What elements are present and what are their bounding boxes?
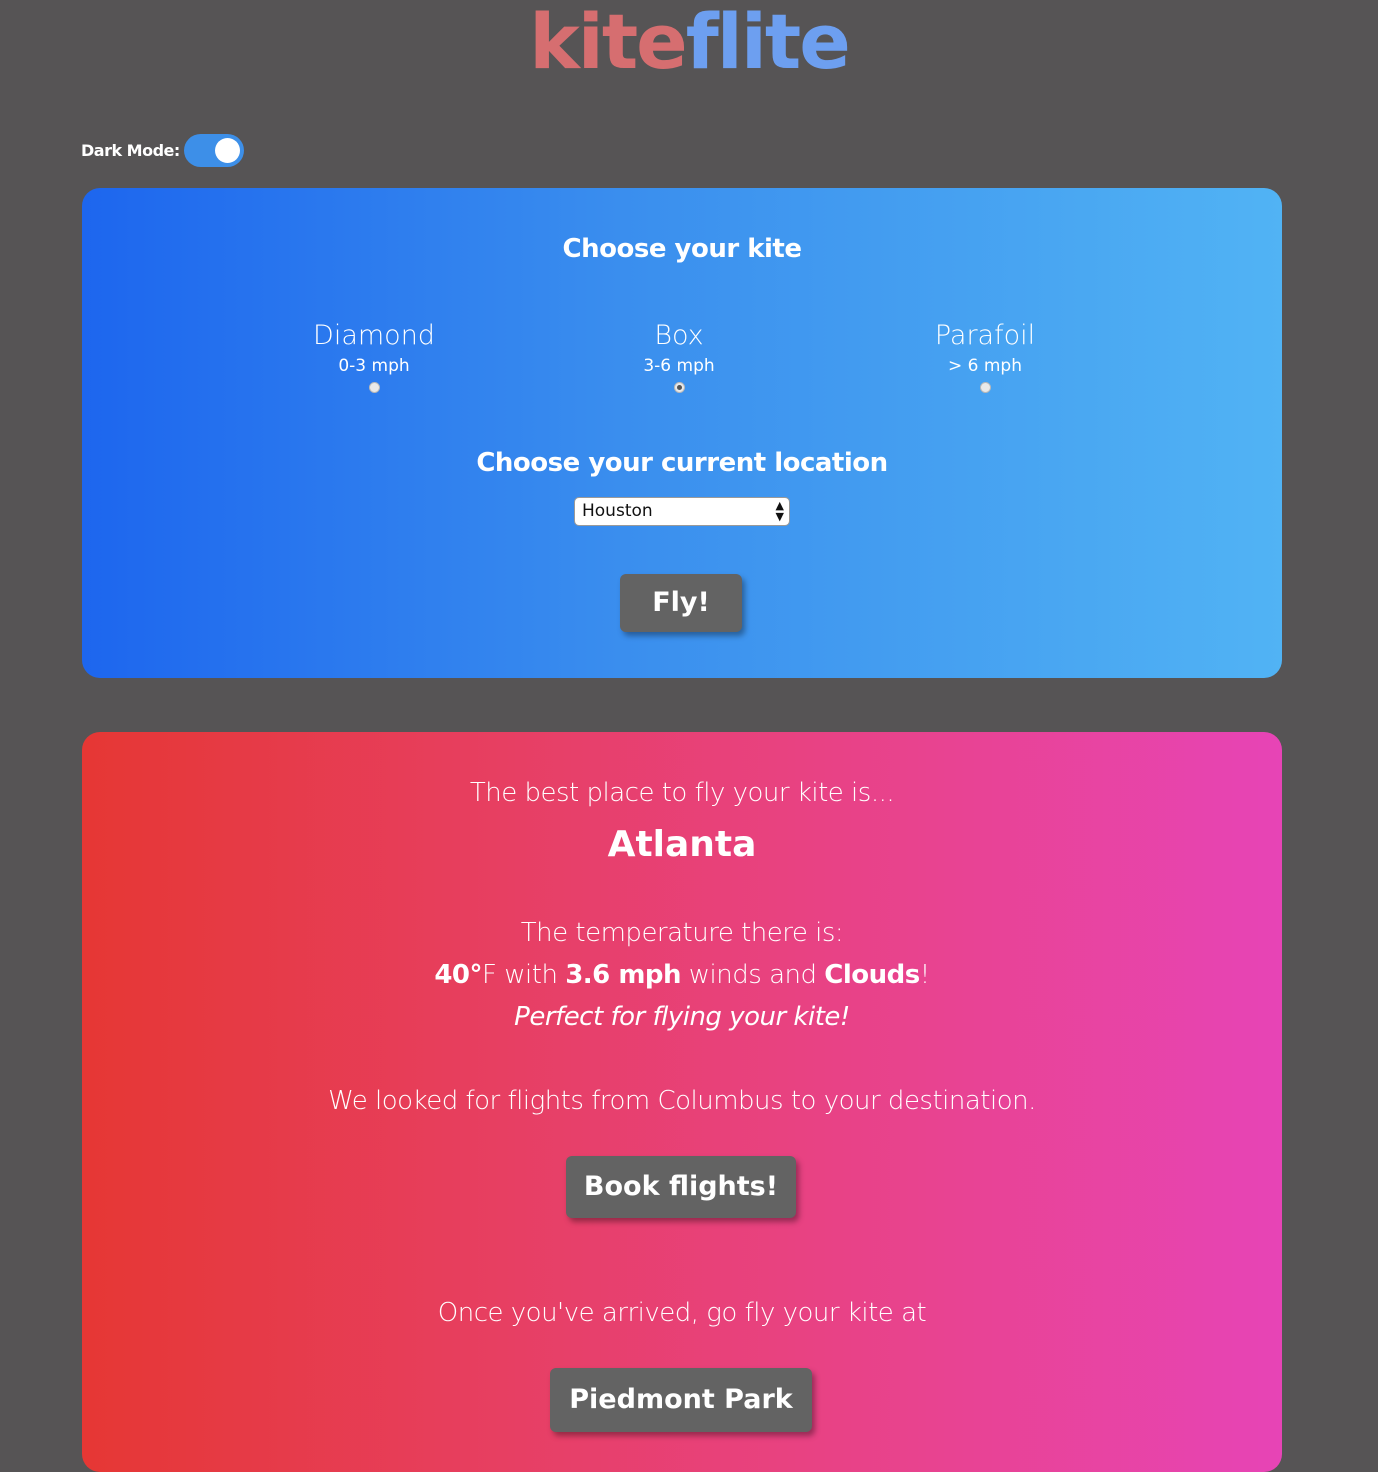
kite-option-name: Parafoil: [934, 320, 1036, 351]
kite-option-speed: 0-3 mph: [338, 356, 410, 376]
result-intro: The best place to fly your kite is...: [469, 778, 895, 808]
park-button[interactable]: Piedmont Park: [550, 1368, 812, 1432]
arrived-text: Once you've arrived, go fly your kite at: [437, 1298, 927, 1328]
logo-flite: flite: [685, 0, 851, 86]
kite-radio-parafoil[interactable]: [979, 382, 991, 393]
dark-mode-label: Dark Mode:: [81, 141, 180, 160]
kite-option-box[interactable]: Box 3-6 mph: [559, 318, 799, 393]
kite-radio-diamond[interactable]: [368, 382, 380, 393]
choose-kite-title: Choose your kite: [562, 234, 802, 264]
flights-text: We looked for flights from Columbus to y…: [328, 1086, 1036, 1116]
kite-option-speed: > 6 mph: [948, 356, 1022, 376]
book-flights-button[interactable]: Book flights!: [566, 1156, 796, 1218]
weather-summary: 40°F with 3.6 mph winds and Clouds!: [82, 960, 1282, 990]
fly-button[interactable]: Fly!: [620, 574, 742, 632]
location-select-value: Houston: [582, 501, 653, 521]
kite-option-name: Box: [654, 320, 704, 351]
dark-mode-toggle[interactable]: [183, 134, 244, 167]
select-arrows-icon: ▲ ▼: [775, 499, 784, 523]
result-card: The best place to fly your kite is... At…: [82, 732, 1282, 1472]
dark-mode-control: Dark Mode:: [81, 134, 244, 167]
with-text: with: [496, 960, 566, 990]
destination-name: Atlanta: [607, 824, 757, 865]
wind-speed: 3.6 mph: [565, 960, 682, 990]
exclaim-text: !: [919, 960, 930, 990]
kite-option-diamond[interactable]: Diamond 0-3 mph: [254, 318, 494, 393]
kite-option-parafoil[interactable]: Parafoil > 6 mph: [865, 318, 1105, 393]
location-select[interactable]: Houston ▲ ▼: [574, 497, 790, 526]
verdict-text: Perfect for flying your kite!: [82, 1002, 1282, 1032]
kite-option-name: Diamond: [313, 320, 435, 351]
kite-radio-box[interactable]: [673, 382, 685, 393]
winds-and-text: winds and: [681, 960, 825, 990]
verdict-italic: Perfect for flying your kite!: [514, 1002, 850, 1032]
temperature-value: 40°: [434, 960, 483, 990]
kite-option-speed: 3-6 mph: [643, 356, 715, 376]
app-logo: kiteflite: [0, 2, 1378, 82]
weather-condition: Clouds: [824, 960, 920, 990]
temperature-intro: The temperature there is:: [520, 918, 844, 948]
temperature-unit: F: [482, 960, 497, 990]
choose-location-title: Choose your current location: [476, 448, 888, 478]
kite-selection-card: Choose your kite Diamond 0-3 mph Box 3-6…: [82, 188, 1282, 678]
toggle-knob: [214, 138, 240, 163]
logo-kite: kite: [529, 0, 687, 86]
